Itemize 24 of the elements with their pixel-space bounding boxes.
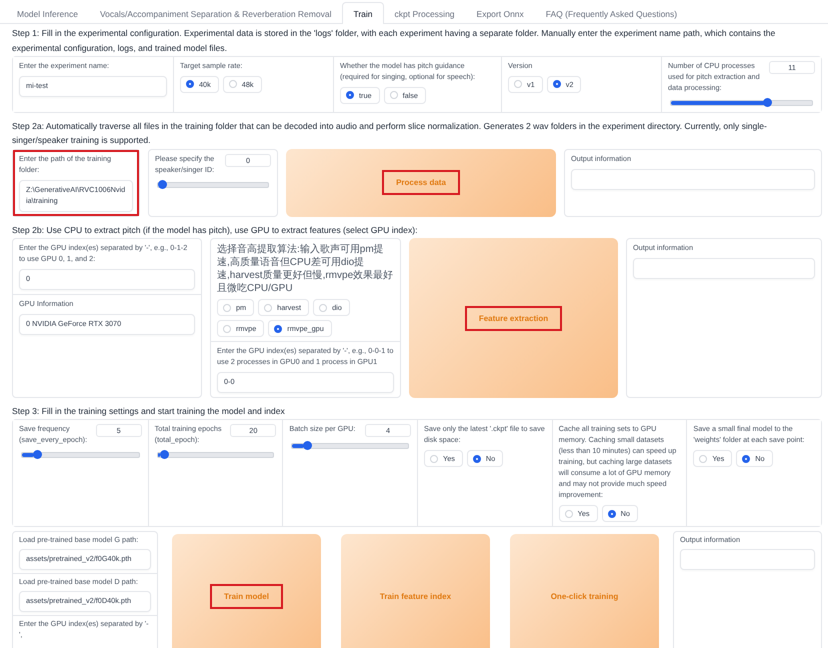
field-label: 选择音高提取算法:输入歌声可用pm提速,高质量语音但CPU差可用dio提速,harvest质量更好但慢,rmvpe效果最好且微吃CPU/GPU	[217, 243, 394, 296]
output-field[interactable]	[680, 548, 815, 570]
slider-track[interactable]	[670, 100, 813, 106]
slider-track[interactable]	[156, 452, 274, 458]
tab[interactable]: Export Onnx	[466, 2, 535, 24]
tab[interactable]: Train	[342, 2, 384, 24]
slider-track[interactable]	[157, 182, 269, 188]
step-description: Step 3: Fill in the training settings and start training the model and index	[12, 404, 286, 418]
slider-thumb[interactable]	[158, 180, 167, 189]
tab[interactable]: Vocals/Accompaniment Separation & Reverberation Removal	[88, 2, 342, 24]
slider-track[interactable]	[291, 443, 409, 450]
slider-thumb[interactable]	[763, 98, 772, 107]
tab[interactable]: FAQ (Frequently Asked Questions)	[534, 2, 688, 24]
step-description: Step 2a: Automatically traverse all files in the training folder that can be decoded into audio and perform slice normalization. Generates 2 wav folders in the experiment directory. Currently, only single-singer/speaker training is supported.	[12, 120, 768, 148]
output-field[interactable]	[633, 258, 815, 279]
step-description: Step 1: Fill in the experimental configuration. Experimental data is stored in the 'logs' folder, with each experiment having a separate folder. Manually enter the experiment name path, which contains the experimental configuration, logs, and trained model files.	[12, 27, 776, 55]
step-description: Step 2b: Use CPU to extract pitch (if the model has pitch), use GPU to extract features (select GPU index):	[12, 224, 419, 237]
tab[interactable]: ckpt Processing	[384, 2, 466, 24]
slider-track[interactable]	[21, 452, 140, 458]
output-field[interactable]	[571, 168, 815, 190]
slider-thumb[interactable]	[32, 450, 42, 460]
slider-thumb[interactable]	[302, 441, 312, 450]
slider-thumb[interactable]	[160, 450, 169, 460]
tab[interactable]: Model Inference	[6, 2, 89, 24]
